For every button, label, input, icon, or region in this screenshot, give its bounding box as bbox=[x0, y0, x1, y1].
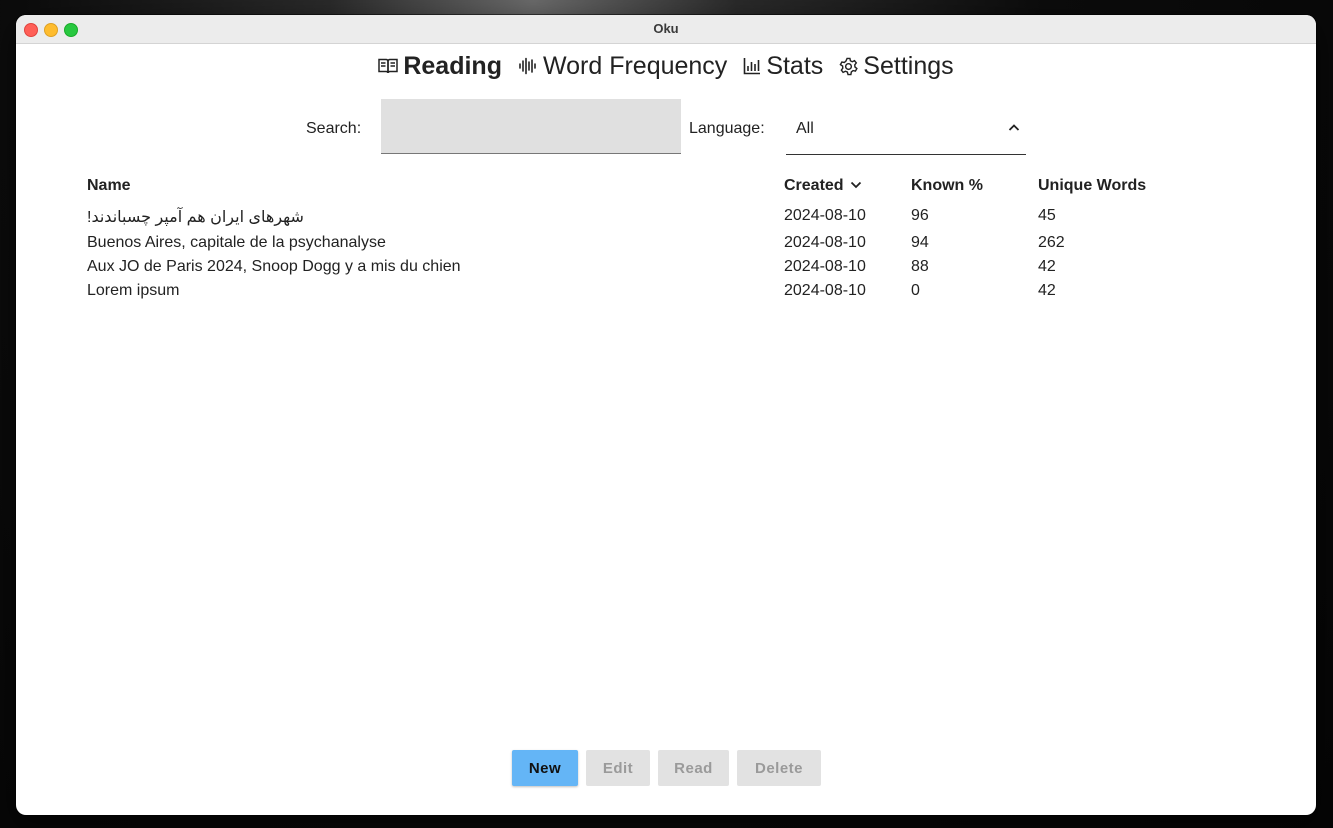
tab-word-frequency[interactable]: Word Frequency bbox=[518, 52, 727, 81]
row-unique-words: 42 bbox=[1038, 282, 1056, 299]
table-row[interactable]: شهرهای ایران هم آمپر چسباندند! 2024-08-1… bbox=[16, 207, 1316, 231]
column-header-known-label: Known % bbox=[911, 177, 983, 194]
tab-word-frequency-label: Word Frequency bbox=[542, 51, 728, 80]
row-known-percent: 94 bbox=[911, 234, 929, 251]
new-button[interactable]: New bbox=[512, 750, 578, 786]
gear-icon bbox=[839, 57, 859, 76]
book-open-icon bbox=[378, 57, 399, 75]
tab-settings[interactable]: Settings bbox=[839, 51, 954, 81]
row-name: Lorem ipsum bbox=[87, 282, 180, 299]
row-created: 2024-08-10 bbox=[784, 282, 866, 299]
row-created: 2024-08-10 bbox=[784, 234, 866, 251]
tab-settings-label: Settings bbox=[863, 51, 954, 80]
read-button[interactable]: Read bbox=[658, 750, 729, 786]
app-window: Oku Reading Word Frequency Stats Setting… bbox=[16, 15, 1316, 815]
tab-reading[interactable]: Reading bbox=[378, 52, 502, 81]
row-name: Aux JO de Paris 2024, Snoop Dogg y a mis… bbox=[87, 258, 461, 275]
edit-button[interactable]: Edit bbox=[586, 750, 650, 786]
table-row[interactable]: Buenos Aires, capitale de la psychanalys… bbox=[16, 234, 1316, 258]
bar-chart-icon bbox=[743, 57, 761, 75]
search-label: Search: bbox=[306, 120, 362, 137]
tab-reading-label: Reading bbox=[403, 51, 502, 80]
sort-descending-icon bbox=[850, 177, 862, 195]
language-selected-value: All bbox=[796, 120, 814, 137]
table-row[interactable]: Lorem ipsum 2024-08-10 0 42 bbox=[16, 282, 1316, 306]
row-unique-words: 45 bbox=[1038, 207, 1056, 224]
column-header-created[interactable]: Created bbox=[784, 177, 862, 195]
language-label: Language: bbox=[689, 120, 765, 137]
window-title: Oku bbox=[653, 21, 679, 36]
row-created: 2024-08-10 bbox=[784, 258, 866, 275]
delete-button[interactable]: Delete bbox=[737, 750, 821, 786]
row-known-percent: 0 bbox=[911, 282, 920, 299]
column-header-unique-words-label: Unique Words bbox=[1038, 177, 1147, 194]
column-header-unique-words[interactable]: Unique Words bbox=[1038, 177, 1146, 195]
search-input[interactable] bbox=[381, 99, 681, 154]
tab-stats[interactable]: Stats bbox=[743, 52, 823, 81]
column-header-created-label: Created bbox=[784, 177, 844, 194]
row-name: شهرهای ایران هم آمپر چسباندند! bbox=[87, 209, 304, 226]
row-unique-words: 42 bbox=[1038, 258, 1056, 275]
column-header-name[interactable]: Name bbox=[87, 177, 131, 195]
row-known-percent: 96 bbox=[911, 207, 929, 224]
language-select[interactable]: All bbox=[786, 99, 1026, 155]
table-row[interactable]: Aux JO de Paris 2024, Snoop Dogg y a mis… bbox=[16, 258, 1316, 282]
main-tabs: Reading Word Frequency Stats Settings bbox=[16, 49, 1316, 83]
chevron-up-icon bbox=[1008, 120, 1020, 138]
column-header-name-label: Name bbox=[87, 177, 131, 194]
row-created: 2024-08-10 bbox=[784, 207, 866, 224]
audio-waveform-icon bbox=[518, 57, 538, 75]
row-known-percent: 88 bbox=[911, 258, 929, 275]
column-header-known[interactable]: Known % bbox=[911, 177, 983, 195]
row-unique-words: 262 bbox=[1038, 234, 1065, 251]
tab-stats-label: Stats bbox=[766, 51, 824, 80]
row-name: Buenos Aires, capitale de la psychanalys… bbox=[87, 234, 386, 251]
title-bar: Oku bbox=[16, 15, 1316, 44]
